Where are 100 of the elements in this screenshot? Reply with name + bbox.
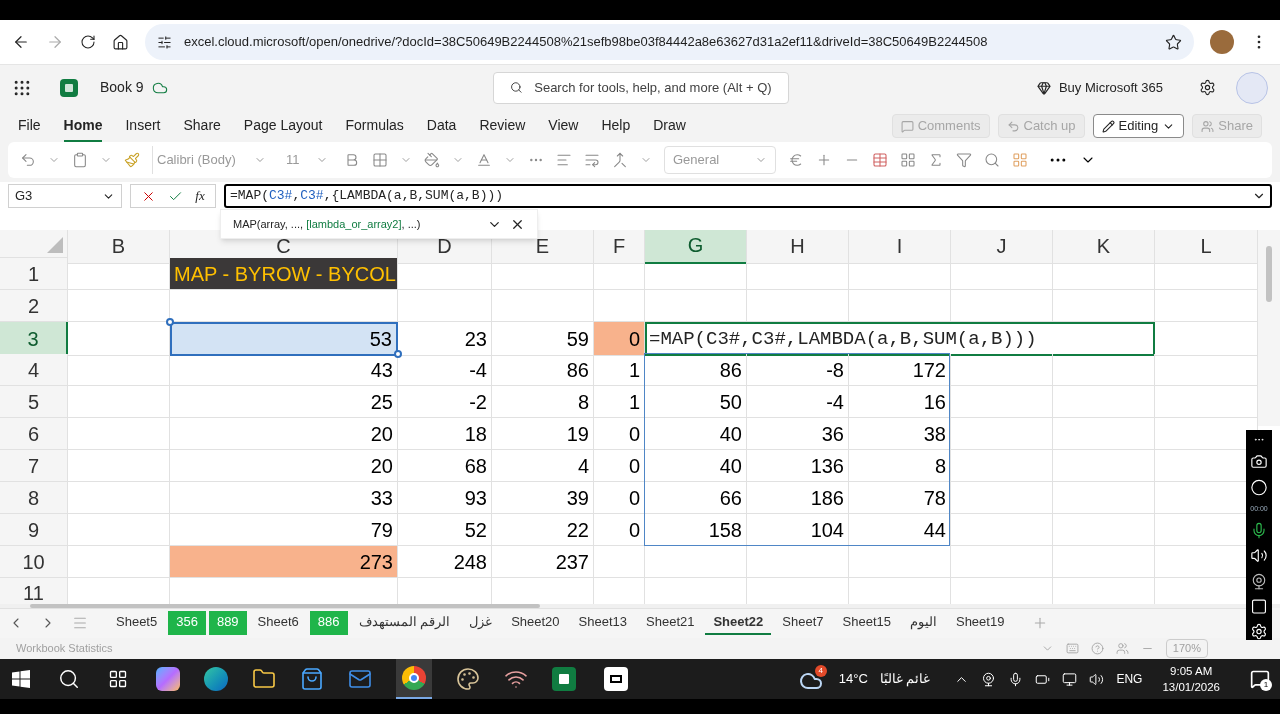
- menu-tab[interactable]: File: [18, 110, 41, 142]
- row-header[interactable]: 10: [0, 546, 68, 578]
- folder-icon[interactable]: [252, 667, 276, 691]
- conditional-format-icon[interactable]: [872, 152, 888, 168]
- name-box[interactable]: G3: [8, 184, 122, 208]
- menu-tab[interactable]: View: [548, 110, 579, 142]
- speaker-icon[interactable]: [1250, 547, 1268, 565]
- row-header[interactable]: 9: [0, 514, 68, 546]
- address-bar[interactable]: excel.cloud.microsoft/open/onedrive/?docId=38C50649B2244508%21sefb98be03f84442a8e63627d31a2ef11&driveId=38C50649B2244508: [145, 24, 1194, 60]
- sort-filter-icon[interactable]: [956, 152, 972, 168]
- microphone-icon[interactable]: [1250, 522, 1268, 540]
- sheet-tab[interactable]: Sheet6: [249, 611, 307, 635]
- menu-tab[interactable]: Review: [479, 110, 526, 142]
- row-header[interactable]: 6: [0, 418, 68, 450]
- task-view-icon[interactable]: [108, 669, 128, 689]
- column-header[interactable]: K: [1053, 230, 1155, 264]
- home-icon[interactable]: [112, 33, 129, 51]
- sheet-tab[interactable]: Sheet15: [834, 611, 899, 635]
- merge-icon[interactable]: [612, 152, 628, 168]
- column-header[interactable]: B: [68, 230, 170, 264]
- search-icon[interactable]: [58, 668, 80, 690]
- row-header[interactable]: 1: [0, 258, 68, 290]
- column-header[interactable]: J: [951, 230, 1053, 264]
- buy-button[interactable]: Buy Microsoft 365: [1036, 77, 1163, 98]
- paste-icon[interactable]: [72, 152, 88, 168]
- avatar[interactable]: [1210, 30, 1234, 54]
- menu-tab[interactable]: Data: [426, 110, 457, 142]
- search-field[interactable]: Search for tools, help, and more (Alt + Q): [492, 71, 789, 104]
- row-header[interactable]: 2: [0, 290, 68, 322]
- camera-icon[interactable]: [1250, 453, 1268, 471]
- column-header[interactable]: G: [645, 230, 747, 264]
- column-header[interactable]: H: [747, 230, 849, 264]
- palette-icon[interactable]: [456, 667, 480, 691]
- selection-handle[interactable]: [394, 350, 402, 358]
- menu-tab[interactable]: Help: [601, 110, 631, 142]
- camera-icon[interactable]: [981, 671, 997, 687]
- back-icon[interactable]: [12, 33, 30, 51]
- star-icon[interactable]: [1165, 33, 1182, 51]
- menu-tab[interactable]: Page Layout: [243, 110, 323, 142]
- sheet-tab[interactable]: Sheet21: [638, 611, 703, 635]
- edge-icon[interactable]: [204, 667, 228, 691]
- bold-icon[interactable]: [344, 152, 360, 168]
- document-title[interactable]: Book 9: [100, 77, 144, 98]
- sheet-tab[interactable]: Sheet13: [570, 611, 635, 635]
- site-settings-icon[interactable]: [157, 34, 172, 50]
- mail-icon[interactable]: [348, 667, 372, 691]
- sheet-tab[interactable]: Sheet20: [503, 611, 568, 635]
- column-header[interactable]: F: [594, 230, 645, 264]
- sum-icon[interactable]: [928, 152, 944, 168]
- menu-tab[interactable]: Share: [183, 110, 221, 142]
- menu-tab[interactable]: Draw: [653, 110, 686, 142]
- row-header[interactable]: 4: [0, 354, 68, 386]
- clock-time[interactable]: 9:05 AM: [1170, 663, 1213, 679]
- sheet-tab[interactable]: Sheet22: [705, 611, 772, 635]
- excel-logo-icon[interactable]: [60, 78, 78, 97]
- weather-text[interactable]: غائم غالبًا: [879, 669, 931, 689]
- sheet-tab[interactable]: Sheet7: [774, 611, 832, 635]
- temperature[interactable]: 14°C: [838, 669, 868, 689]
- windows-logo-icon[interactable]: [12, 670, 30, 688]
- column-header[interactable]: I: [849, 230, 951, 264]
- sheet-tab[interactable]: غزل: [461, 611, 501, 635]
- selection-handle[interactable]: [166, 318, 174, 326]
- speaker-icon[interactable]: [1089, 671, 1105, 687]
- capcut-icon[interactable]: [604, 667, 628, 691]
- webcam-icon[interactable]: [1250, 572, 1268, 590]
- undo-icon[interactable]: [20, 152, 36, 168]
- fill-color-icon[interactable]: [424, 152, 440, 168]
- settings-icon[interactable]: [1199, 79, 1216, 96]
- reload-icon[interactable]: [80, 34, 96, 50]
- vertical-scrollbar[interactable]: [1258, 230, 1280, 426]
- chrome-icon[interactable]: [396, 659, 432, 699]
- store-icon[interactable]: [300, 667, 324, 691]
- wrap-text-icon[interactable]: [584, 152, 600, 168]
- network-icon[interactable]: [1062, 671, 1078, 687]
- function-icon[interactable]: fx: [195, 186, 205, 206]
- format-table-icon[interactable]: [900, 152, 916, 168]
- column-header[interactable]: L: [1155, 230, 1258, 264]
- window-icon[interactable]: [1250, 597, 1268, 615]
- sheet-tab[interactable]: الرقم المستهدف: [350, 611, 459, 635]
- find-icon[interactable]: [984, 152, 1000, 168]
- menu-tab[interactable]: Formulas: [345, 110, 404, 142]
- clock-date[interactable]: 13/01/2026: [1162, 679, 1220, 695]
- ribbon-action-button[interactable]: Editing: [1092, 114, 1185, 138]
- sheet-tab[interactable]: Sheet19: [947, 611, 1013, 635]
- row-header[interactable]: 8: [0, 482, 68, 514]
- font-color-icon[interactable]: [476, 152, 492, 168]
- language-indicator[interactable]: ENG: [1116, 670, 1143, 688]
- horizontal-scrollbar[interactable]: [30, 604, 540, 608]
- record-icon[interactable]: [1250, 478, 1268, 496]
- excel-icon[interactable]: [552, 667, 576, 691]
- row-header[interactable]: 7: [0, 450, 68, 482]
- sheet-tab[interactable]: Sheet5: [108, 611, 166, 635]
- microphone-icon[interactable]: [1008, 671, 1024, 687]
- formula-input[interactable]: =MAP(C3#,C3#,{LAMBDA(a,B,SUM(a,B))): [224, 184, 1272, 208]
- settings-icon[interactable]: [1250, 622, 1268, 641]
- currency-icon[interactable]: [788, 152, 804, 168]
- row-header[interactable]: 5: [0, 386, 68, 418]
- sheet-tab[interactable]: اليوم: [901, 611, 945, 635]
- menu-tab[interactable]: Insert: [125, 110, 161, 142]
- copilot-icon[interactable]: [156, 667, 180, 691]
